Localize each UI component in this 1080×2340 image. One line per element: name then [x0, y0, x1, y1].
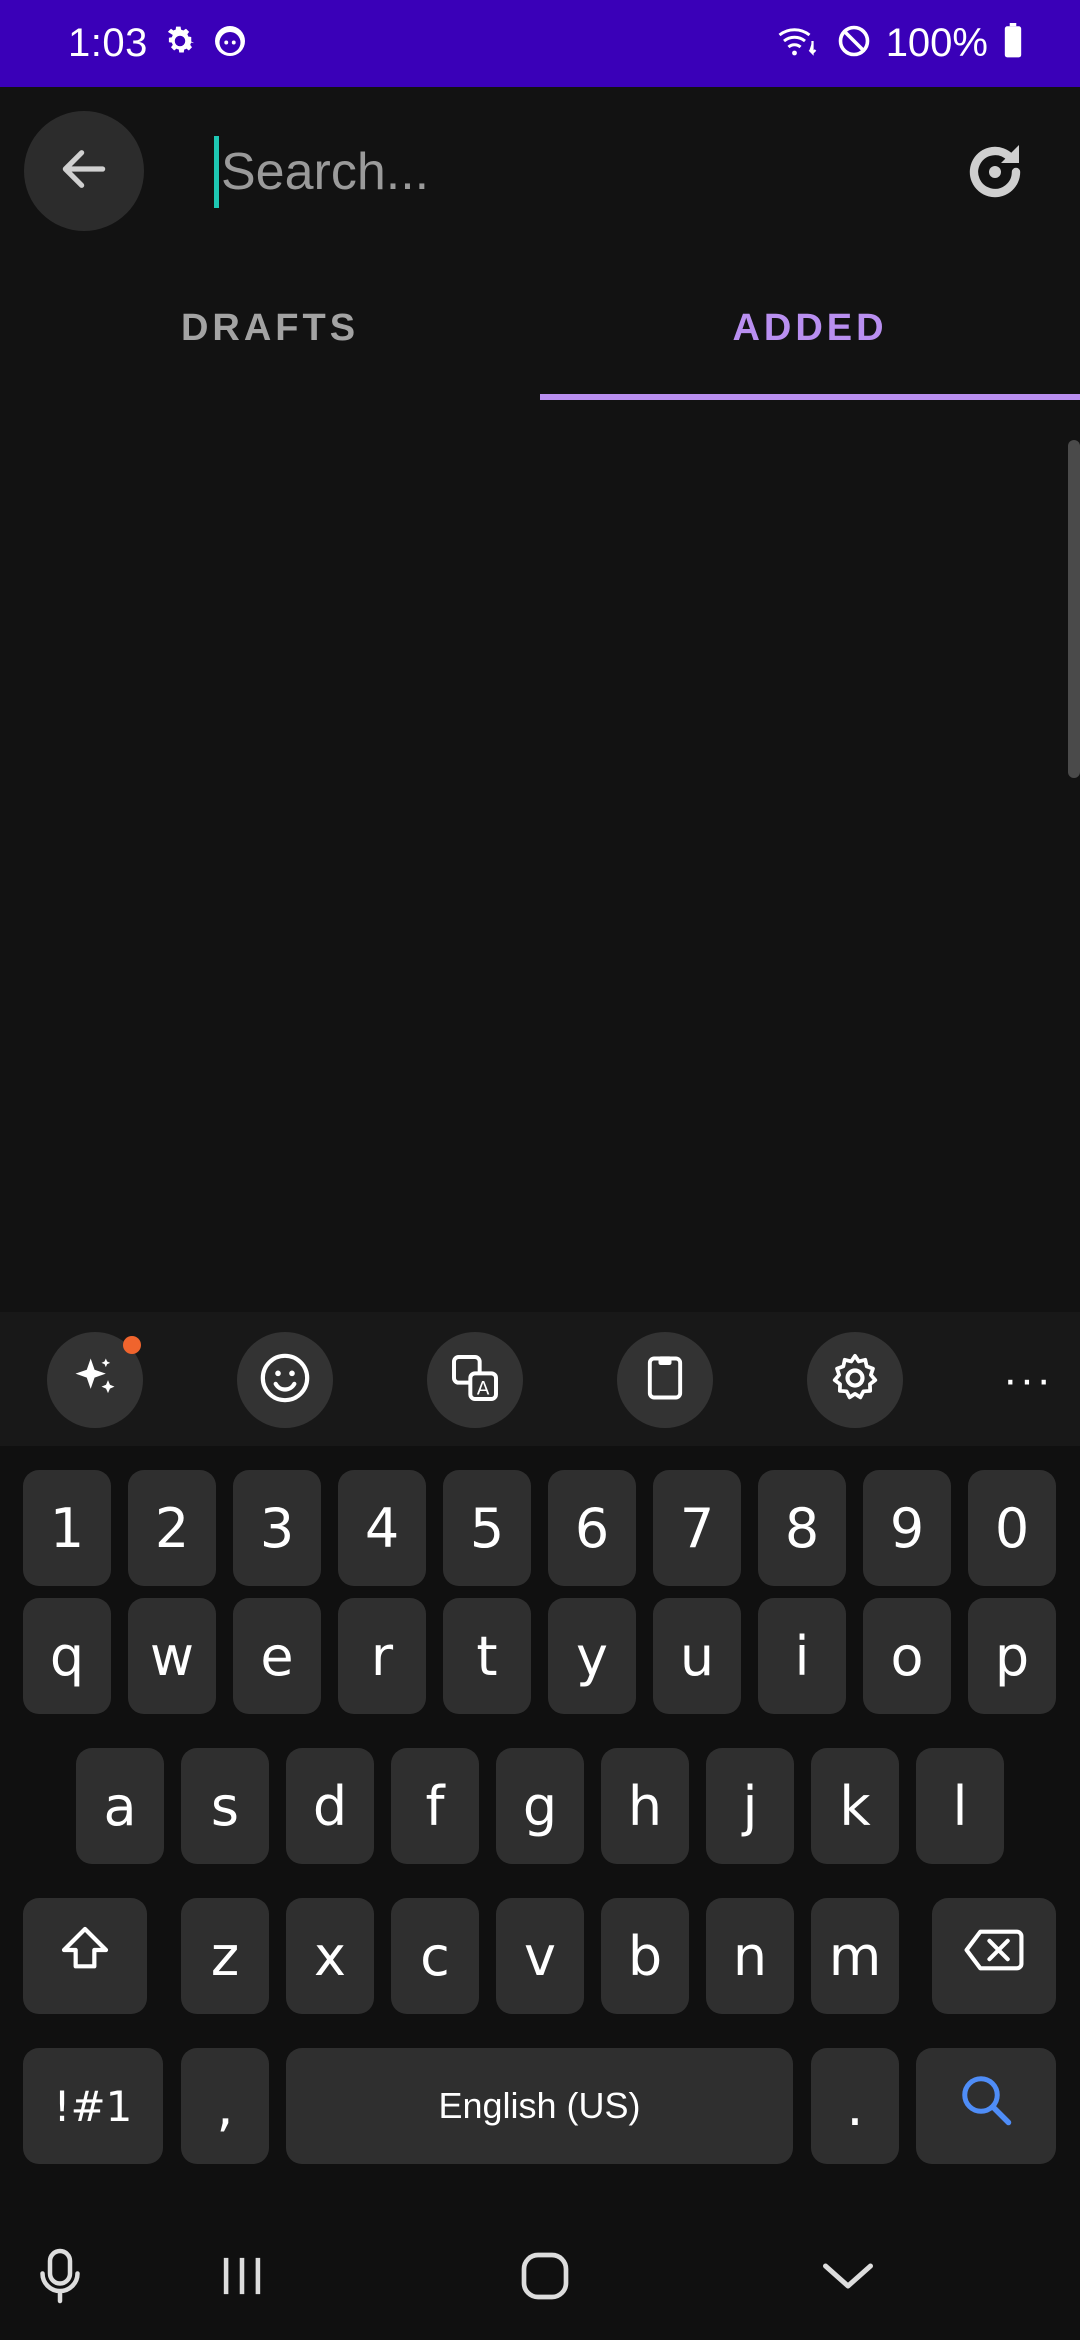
clipboard-icon: [639, 1352, 691, 1409]
emoji-button[interactable]: [237, 1332, 333, 1428]
translate-icon: A: [447, 1350, 503, 1411]
shift-icon: [57, 1922, 113, 1991]
key-d[interactable]: d: [286, 1748, 374, 1864]
key-f[interactable]: f: [391, 1748, 479, 1864]
ai-sparkle-button[interactable]: [47, 1332, 143, 1428]
shift-key[interactable]: [23, 1898, 147, 2014]
backspace-key[interactable]: [932, 1898, 1056, 2014]
period-key[interactable]: .: [811, 2048, 899, 2164]
key-e[interactable]: e: [233, 1598, 321, 1714]
scrollbar[interactable]: [1068, 440, 1080, 778]
key-b[interactable]: b: [601, 1898, 689, 2014]
status-right: 100%: [776, 21, 1024, 66]
navigation-bar: [0, 2208, 1080, 2340]
svg-text:A: A: [477, 1378, 490, 1399]
key-x[interactable]: x: [286, 1898, 374, 2014]
backspace-icon: [962, 1922, 1026, 1991]
tab-added[interactable]: ADDED: [540, 257, 1080, 400]
do-not-disturb-icon: [836, 23, 872, 64]
status-left: 1:03: [68, 21, 248, 66]
key-h[interactable]: h: [601, 1748, 689, 1864]
key-7[interactable]: 7: [653, 1470, 741, 1586]
key-j[interactable]: j: [706, 1748, 794, 1864]
key-p[interactable]: p: [968, 1598, 1056, 1714]
status-time: 1:03: [68, 21, 148, 65]
clipboard-button[interactable]: [617, 1332, 713, 1428]
microphone-icon: [35, 2246, 85, 2311]
key-5[interactable]: 5: [443, 1470, 531, 1586]
recents-icon: [214, 2251, 270, 2306]
key-2[interactable]: 2: [128, 1470, 216, 1586]
tab-bar: DRAFTS ADDED: [0, 257, 1080, 400]
key-t[interactable]: t: [443, 1598, 531, 1714]
key-o[interactable]: o: [863, 1598, 951, 1714]
space-key[interactable]: English (US): [286, 2048, 793, 2164]
comma-key[interactable]: ,: [181, 2048, 269, 2164]
key-w[interactable]: w: [128, 1598, 216, 1714]
back-button[interactable]: [24, 111, 144, 231]
home-button[interactable]: [505, 2238, 585, 2318]
arrow-left-icon: [56, 141, 112, 202]
emoji-icon: [257, 1350, 313, 1411]
key-i[interactable]: i: [758, 1598, 846, 1714]
text-cursor: [214, 136, 219, 208]
key-3[interactable]: 3: [233, 1470, 321, 1586]
gear-icon: [162, 23, 198, 64]
ai-sparkle-icon: [69, 1352, 121, 1409]
search-field[interactable]: [214, 127, 914, 217]
battery-icon: [1002, 23, 1024, 64]
key-r[interactable]: r: [338, 1598, 426, 1714]
settings-icon: [827, 1350, 883, 1411]
key-q[interactable]: q: [23, 1598, 111, 1714]
key-c[interactable]: c: [391, 1898, 479, 2014]
key-a[interactable]: a: [76, 1748, 164, 1864]
wifi-call-icon: [776, 23, 822, 64]
more-button[interactable]: ···: [980, 1332, 1076, 1428]
home-icon: [517, 2248, 573, 2309]
key-l[interactable]: l: [916, 1748, 1004, 1864]
key-n[interactable]: n: [706, 1898, 794, 2014]
key-0[interactable]: 0: [968, 1470, 1056, 1586]
key-y[interactable]: y: [548, 1598, 636, 1714]
key-4[interactable]: 4: [338, 1470, 426, 1586]
search-input[interactable]: [221, 142, 881, 202]
face-notification-icon: [212, 23, 248, 64]
app-bar: [0, 87, 1080, 257]
notification-dot: [123, 1336, 141, 1354]
battery-percentage: 100%: [885, 21, 988, 65]
search-key[interactable]: [916, 2048, 1056, 2164]
recents-button[interactable]: [202, 2238, 282, 2318]
key-u[interactable]: u: [653, 1598, 741, 1714]
key-m[interactable]: m: [811, 1898, 899, 2014]
key-9[interactable]: 9: [863, 1470, 951, 1586]
search-icon: [956, 2070, 1016, 2143]
tab-added-label: ADDED: [732, 307, 888, 349]
more-icon: ···: [1003, 1355, 1053, 1404]
key-k[interactable]: k: [811, 1748, 899, 1864]
status-bar: 1:03 100%: [0, 0, 1080, 87]
key-1[interactable]: 1: [23, 1470, 111, 1586]
key-8[interactable]: 8: [758, 1470, 846, 1586]
refresh-button[interactable]: [950, 129, 1040, 219]
keyboard-settings-button[interactable]: [807, 1332, 903, 1428]
hide-keyboard-button[interactable]: [808, 2238, 888, 2318]
tab-drafts[interactable]: DRAFTS: [0, 257, 540, 400]
content-list: [0, 400, 1080, 1312]
tab-drafts-label: DRAFTS: [180, 307, 360, 349]
symbols-key[interactable]: !#1: [23, 2048, 163, 2164]
key-z[interactable]: z: [181, 1898, 269, 2014]
voice-input-button[interactable]: [20, 2238, 100, 2318]
key-v[interactable]: v: [496, 1898, 584, 2014]
key-g[interactable]: g: [496, 1748, 584, 1864]
key-s[interactable]: s: [181, 1748, 269, 1864]
keyboard: 1 2 3 4 5 6 7 8 9 0 q w e r t y u i o p …: [0, 1446, 1080, 2208]
keyboard-toolbar: A ···: [0, 1312, 1080, 1446]
translate-button[interactable]: A: [427, 1332, 523, 1428]
hide-keyboard-icon: [818, 2256, 878, 2301]
refresh-icon: [959, 136, 1031, 213]
key-6[interactable]: 6: [548, 1470, 636, 1586]
